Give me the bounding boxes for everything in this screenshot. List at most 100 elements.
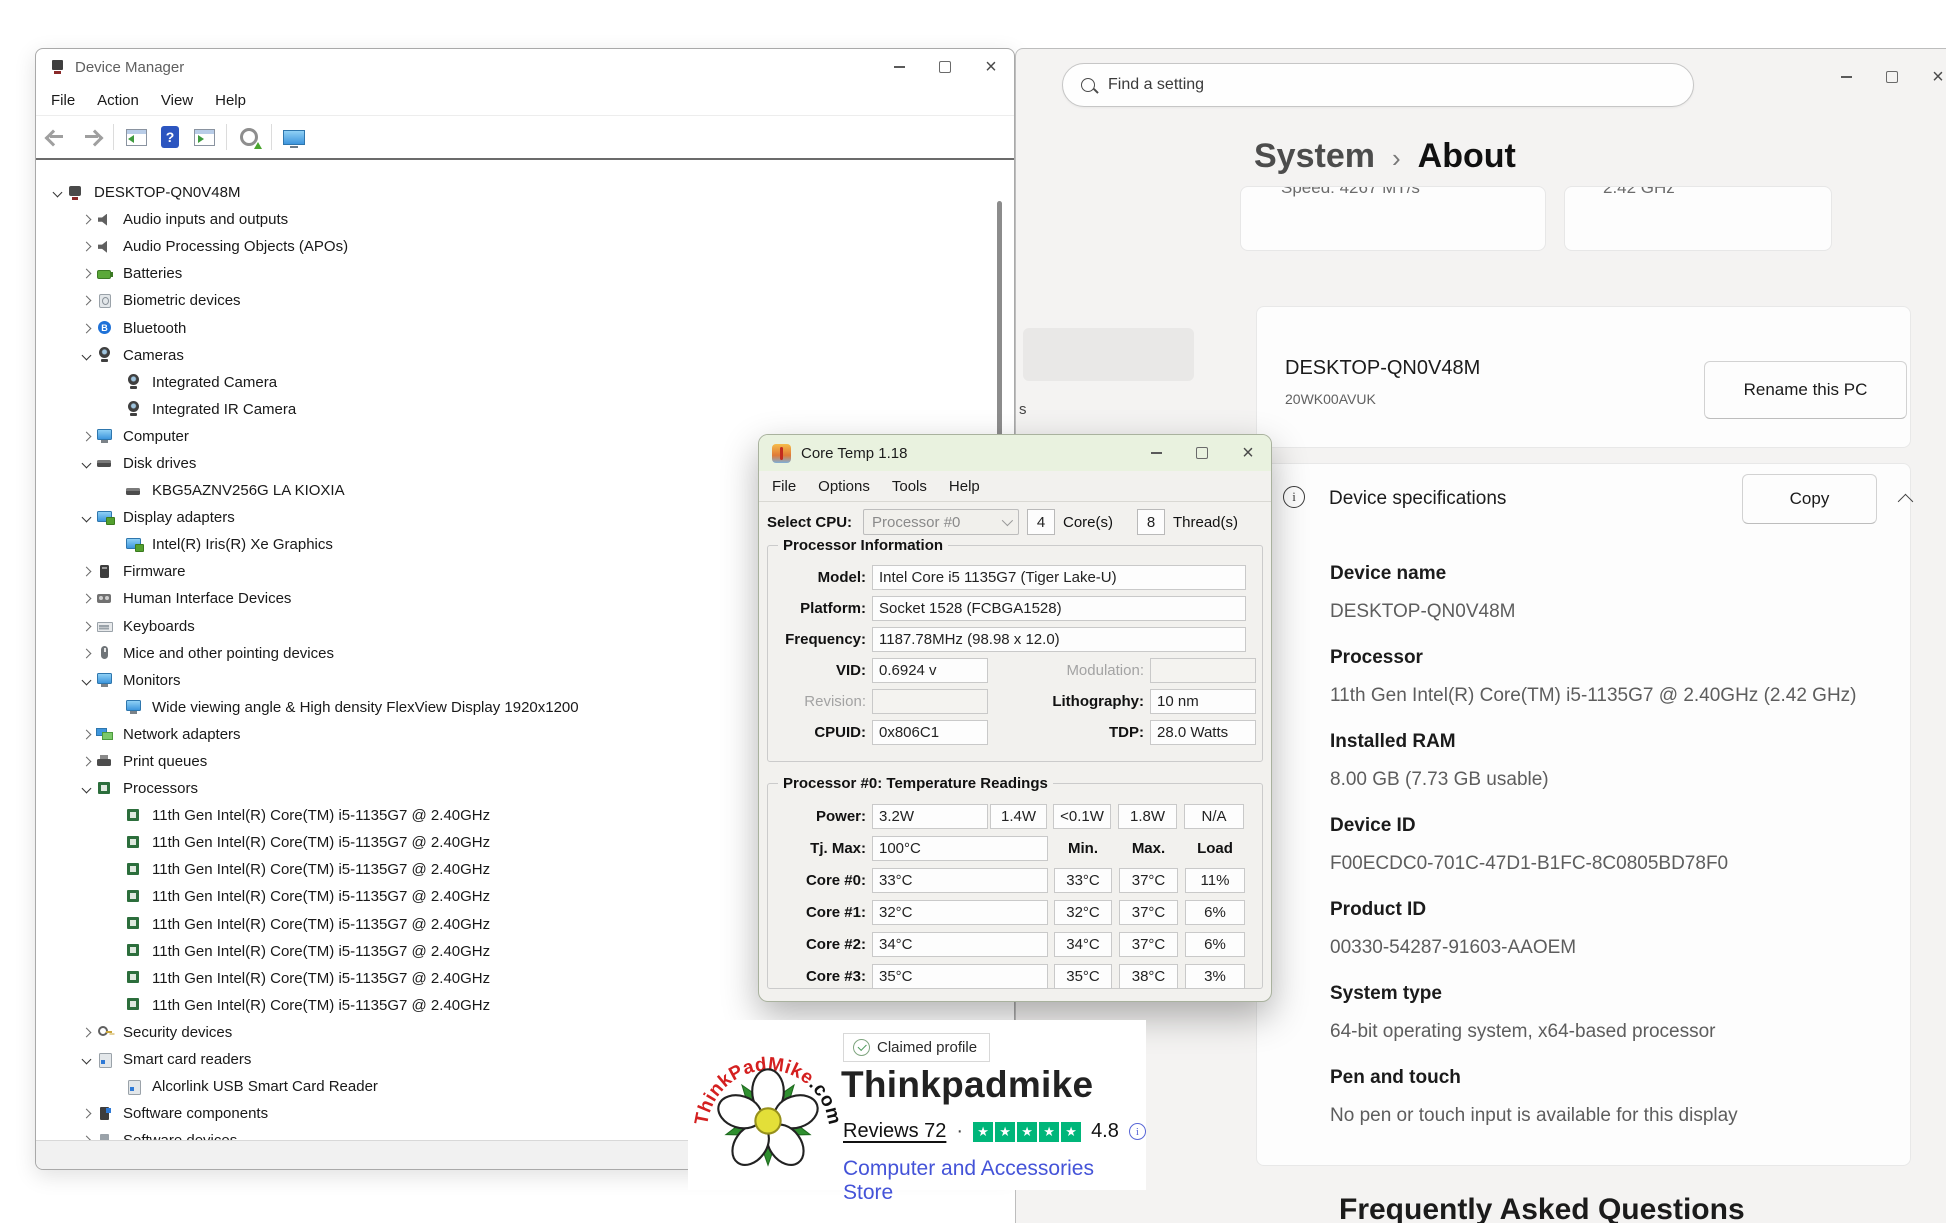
chevron-down-icon[interactable] <box>76 1056 96 1063</box>
rename-pc-button[interactable]: Rename this PC <box>1704 361 1907 419</box>
menu-help[interactable]: Help <box>938 478 991 495</box>
chevron-down-icon[interactable] <box>76 460 96 467</box>
cores-label: Core(s) <box>1063 514 1113 531</box>
menu-action[interactable]: Action <box>86 92 150 109</box>
close-button[interactable]: × <box>968 49 1014 85</box>
dot-separator: · <box>956 1120 963 1143</box>
tree-item[interactable]: Integrated Camera <box>38 369 992 396</box>
tree-item-label: Mice and other pointing devices <box>122 645 334 662</box>
core-max-value: 37°C <box>1119 900 1178 925</box>
power-value: <0.1W <box>1053 804 1111 829</box>
bluetooth-icon <box>96 320 115 336</box>
field-label: VID: <box>774 662 866 679</box>
breadcrumb-separator: › <box>1392 140 1401 174</box>
chevron-down-icon[interactable] <box>76 514 96 521</box>
core-temp-app-icon <box>772 444 791 463</box>
chevron-right-icon[interactable] <box>76 1110 96 1117</box>
chevron-right-icon[interactable] <box>76 595 96 602</box>
tree-item[interactable]: Audio Processing Objects (APOs) <box>38 233 992 260</box>
menu-view[interactable]: View <box>150 92 204 109</box>
close-button[interactable]: × <box>1225 435 1271 471</box>
breadcrumb-system[interactable]: System <box>1254 137 1375 176</box>
help-icon[interactable] <box>153 122 187 152</box>
chevron-right-icon[interactable] <box>76 568 96 575</box>
chevron-right-icon[interactable] <box>76 325 96 332</box>
menu-file[interactable]: File <box>761 478 807 495</box>
chevron-right-icon[interactable] <box>76 758 96 765</box>
field-value: Intel Core i5 1135G7 (Tiger Lake-U) <box>872 565 1246 590</box>
computer-scan-icon[interactable] <box>277 122 311 152</box>
chevron-up-icon[interactable] <box>1898 494 1914 510</box>
star-icon: ★ <box>1039 1122 1059 1142</box>
field-value <box>1150 658 1256 683</box>
copy-button[interactable]: Copy <box>1742 474 1877 524</box>
chevron-right-icon[interactable] <box>76 731 96 738</box>
cpu-dropdown[interactable]: Processor #0 <box>863 509 1019 535</box>
faq-heading[interactable]: Frequently Asked Questions <box>1339 1193 1745 1223</box>
core-temp-row: Core #2:34°C34°C37°C6% <box>774 928 1256 960</box>
chevron-right-icon[interactable] <box>76 270 96 277</box>
core-temp-value: 34°C <box>872 932 1048 957</box>
tree-item-label: Print queues <box>122 753 207 770</box>
sidebar-label-fragment: s <box>1019 401 1027 418</box>
show-console-tree-icon[interactable] <box>119 122 153 152</box>
menu-options[interactable]: Options <box>807 478 881 495</box>
tree-item[interactable]: Cameras <box>38 342 992 369</box>
chevron-right-icon[interactable] <box>76 1029 96 1036</box>
maximize-button[interactable] <box>1179 435 1225 471</box>
spec-value: F00ECDC0-701C-47D1-B1FC-8C0805BD78F0 <box>1330 850 1880 878</box>
tree-item[interactable]: Audio inputs and outputs <box>38 206 992 233</box>
chevron-down-icon <box>1002 515 1013 526</box>
chevron-down-icon[interactable] <box>76 785 96 792</box>
tree-item-label: Bluetooth <box>122 320 186 337</box>
maximize-button[interactable] <box>1869 59 1915 95</box>
chevron-right-icon[interactable] <box>76 623 96 630</box>
tree-item[interactable]: Integrated IR Camera <box>38 396 992 423</box>
minimize-button[interactable] <box>1823 59 1869 95</box>
tree-item[interactable]: DESKTOP-QN0V48M <box>38 179 992 206</box>
spec-value: 11th Gen Intel(R) Core(TM) i5-1135G7 @ 2… <box>1330 682 1880 710</box>
tree-item-label: Batteries <box>122 265 182 282</box>
select-cpu-label: Select CPU: <box>767 514 852 531</box>
chevron-down-icon[interactable] <box>47 189 67 196</box>
tree-item-label: 11th Gen Intel(R) Core(TM) i5-1135G7 @ 2… <box>151 916 490 933</box>
field-value: 0.6924 v <box>872 658 988 683</box>
menu-help[interactable]: Help <box>204 92 257 109</box>
camera-icon <box>96 347 115 363</box>
tree-item[interactable]: Batteries <box>38 260 992 287</box>
search-input[interactable]: Find a setting <box>1062 63 1694 107</box>
tree-item[interactable]: Bluetooth <box>38 314 992 341</box>
chevron-right-icon[interactable] <box>76 433 96 440</box>
chevron-right-icon[interactable] <box>76 243 96 250</box>
back-arrow-icon[interactable] <box>40 122 74 152</box>
minimize-button[interactable] <box>1133 435 1179 471</box>
scan-hardware-changes-icon[interactable] <box>232 122 266 152</box>
device-specifications-header[interactable]: i Device specifications Copy <box>1257 464 1910 534</box>
reviews-link[interactable]: Reviews 72 <box>843 1120 946 1143</box>
field-label: Model: <box>774 569 866 586</box>
properties-icon[interactable] <box>187 122 221 152</box>
info-icon[interactable]: i <box>1129 1123 1146 1140</box>
toolbar-divider <box>113 124 114 150</box>
chevron-down-icon[interactable] <box>76 352 96 359</box>
maximize-button[interactable] <box>922 49 968 85</box>
forward-arrow-icon[interactable] <box>74 122 108 152</box>
menu-tools[interactable]: Tools <box>881 478 938 495</box>
chevron-down-icon[interactable] <box>76 677 96 684</box>
chevron-right-icon[interactable] <box>76 216 96 223</box>
sidebar-selected-item[interactable] <box>1023 328 1194 381</box>
category-link[interactable]: Computer and Accessories Store <box>843 1157 1146 1205</box>
menu-file[interactable]: File <box>40 92 86 109</box>
close-button[interactable]: × <box>1915 59 1946 95</box>
minimize-button[interactable] <box>876 49 922 85</box>
core-temp-value: 32°C <box>872 900 1048 925</box>
spec-label: Processor <box>1330 647 1880 669</box>
monitor-icon <box>96 428 115 444</box>
chevron-right-icon[interactable] <box>76 297 96 304</box>
chevron-right-icon[interactable] <box>76 650 96 657</box>
tree-item-label: Processors <box>122 780 198 797</box>
tree-item[interactable]: Biometric devices <box>38 287 992 314</box>
column-header: Min. <box>1054 836 1112 861</box>
spec-label: Device name <box>1330 563 1880 585</box>
tree-item-label: Keyboards <box>122 618 195 635</box>
